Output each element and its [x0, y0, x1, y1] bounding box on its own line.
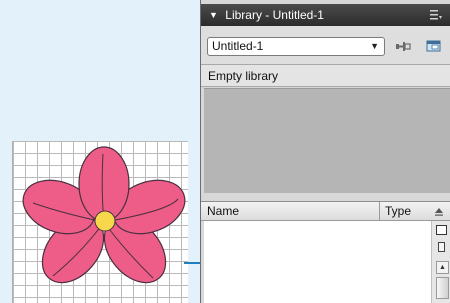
new-library-panel-icon[interactable] [426, 39, 442, 53]
sort-order-icon[interactable] [435, 208, 443, 216]
petal-top [78, 146, 130, 222]
flower-center [94, 210, 116, 232]
flower-graphic[interactable] [13, 141, 188, 303]
library-panel: ▼ Library - Untitled-1 Untitled-1 ▼ Empt… [200, 0, 450, 303]
column-header-name[interactable]: Name [207, 202, 239, 221]
library-status: Empty library [201, 64, 450, 87]
list-side-controls: ▲ [431, 221, 450, 303]
document-select[interactable]: Untitled-1 ▼ [207, 37, 385, 56]
new-folder-icon[interactable] [438, 242, 445, 252]
chevron-down-icon: ▼ [370, 41, 379, 51]
triangle-down-icon[interactable]: ▼ [209, 10, 218, 20]
item-preview-area [204, 88, 450, 193]
column-header-type[interactable]: Type [385, 202, 411, 221]
list-header: Name Type [201, 201, 450, 221]
new-symbol-icon[interactable] [436, 225, 447, 235]
stage-grid [12, 141, 188, 303]
library-item-list[interactable] [204, 221, 431, 303]
library-toolbar: Untitled-1 ▼ [201, 26, 450, 64]
scroll-up-button[interactable]: ▲ [436, 261, 449, 274]
pin-icon[interactable] [395, 39, 411, 53]
column-divider[interactable] [379, 202, 380, 221]
panel-title: Library - Untitled-1 [225, 8, 324, 22]
panel-titlebar[interactable]: ▼ Library - Untitled-1 [201, 4, 450, 26]
panel-menu-icon[interactable] [430, 10, 442, 20]
scrollbar-thumb[interactable] [436, 277, 449, 299]
document-select-value: Untitled-1 [212, 39, 264, 53]
